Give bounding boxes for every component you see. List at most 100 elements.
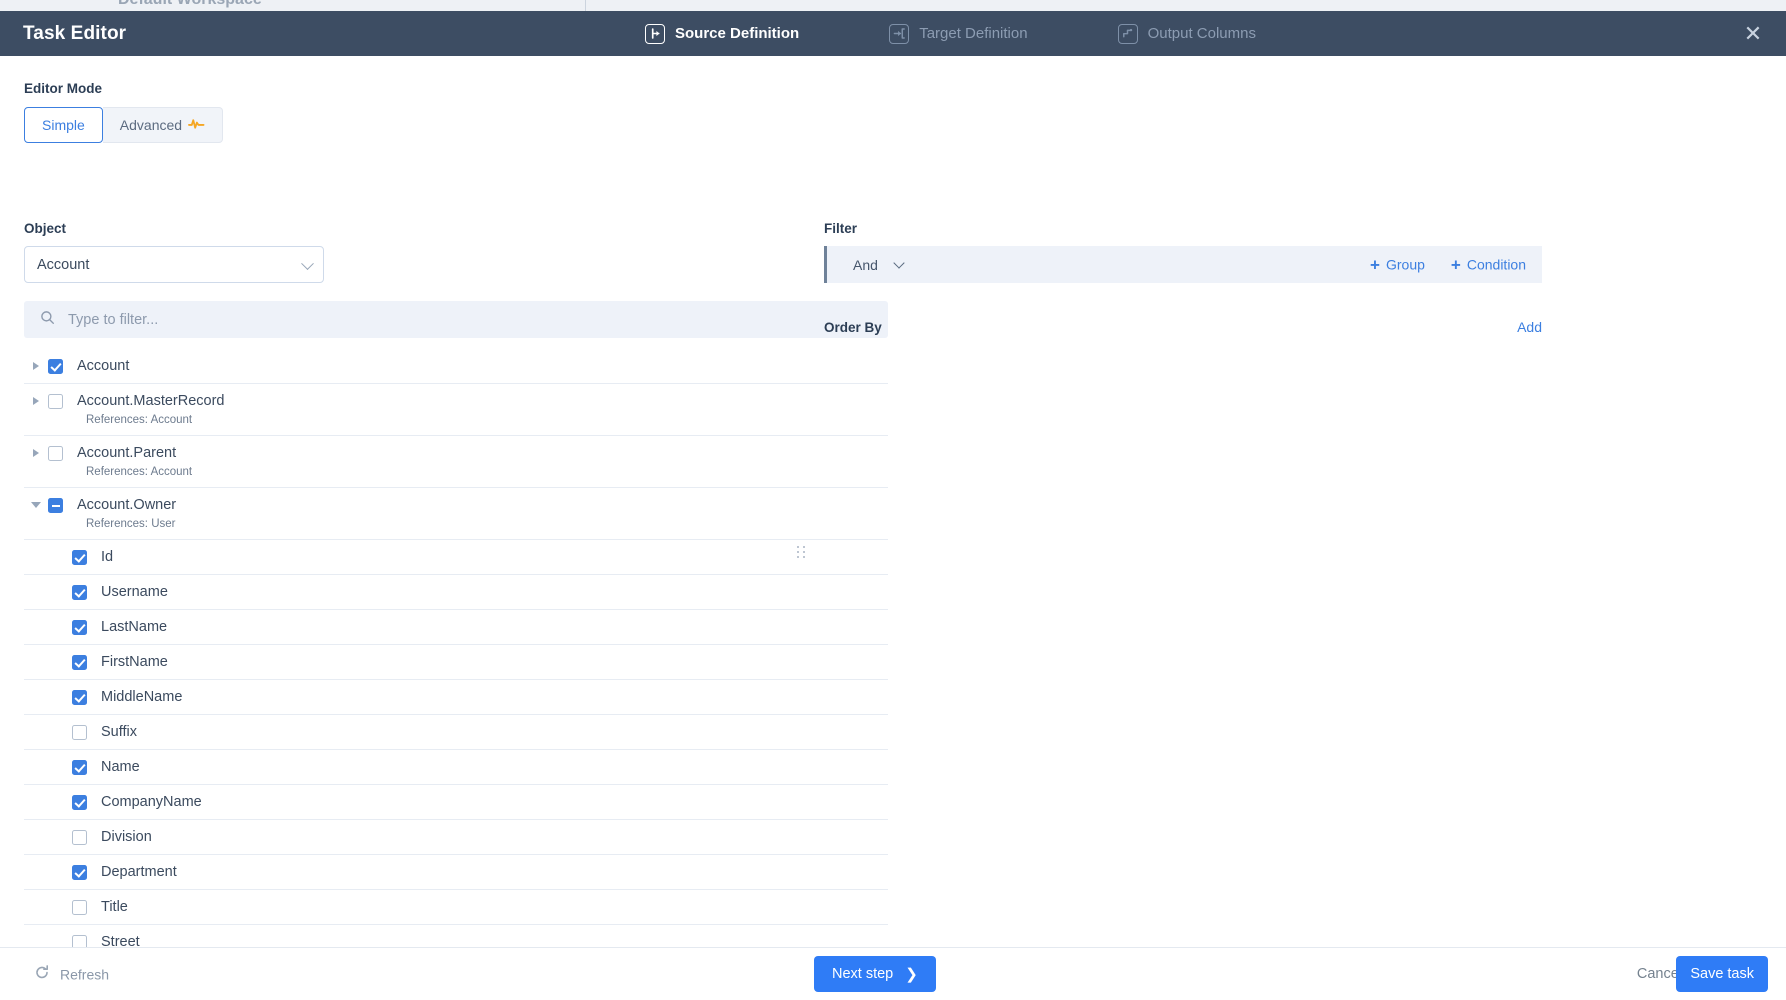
field-checkbox[interactable]: [72, 549, 87, 565]
expand-triangle-icon[interactable]: [24, 449, 48, 457]
field-checkbox[interactable]: [48, 358, 63, 374]
search-icon: [40, 310, 55, 330]
field-filter-input[interactable]: [68, 311, 872, 328]
add-condition-label: Condition: [1466, 256, 1526, 273]
editor-mode-group: Editor Mode Simple Advanced: [24, 81, 224, 143]
tree-row[interactable]: Username: [24, 575, 888, 610]
tree-row[interactable]: Name: [24, 750, 888, 785]
field-checkbox[interactable]: [48, 445, 63, 461]
field-filter-box[interactable]: [24, 301, 888, 338]
filter-operator-value: And: [853, 256, 878, 273]
tree-row[interactable]: Account.Parent References: Account: [24, 436, 888, 488]
field-checkbox[interactable]: [72, 759, 87, 775]
filter-label: Filter: [824, 221, 858, 236]
tree-row-label: Suffix: [101, 724, 138, 740]
expand-triangle-icon[interactable]: [24, 397, 48, 405]
tree-row[interactable]: FirstName: [24, 645, 888, 680]
refresh-button[interactable]: Refresh: [34, 965, 109, 984]
tree-row[interactable]: LastName: [24, 610, 888, 645]
field-checkbox[interactable]: [72, 899, 87, 915]
plus-icon: +: [1370, 255, 1380, 274]
refresh-label: Refresh: [60, 966, 110, 982]
field-checkbox[interactable]: [72, 584, 87, 600]
field-checkbox[interactable]: [72, 689, 87, 705]
refresh-icon: [34, 965, 50, 984]
field-checkbox[interactable]: [48, 497, 63, 513]
tree-row-label: Account: [77, 358, 130, 374]
close-icon[interactable]: ✕: [1742, 22, 1764, 45]
tree-row[interactable]: CompanyName: [24, 785, 888, 820]
field-checkbox[interactable]: [72, 794, 87, 810]
order-by-section: Order By Add: [824, 319, 1542, 335]
tree-row-label: Department: [101, 864, 177, 880]
task-editor-window: Default Workspace Task Editor Source Def…: [0, 0, 1786, 1000]
editor-mode-advanced-button[interactable]: Advanced: [102, 107, 224, 143]
target-definition-icon: [889, 23, 910, 44]
triangle-icon: [33, 362, 39, 370]
modal-body: Editor Mode Simple Advanced Object Accou…: [0, 56, 1786, 960]
tab-target-definition[interactable]: Target Definition: [889, 23, 1028, 44]
object-select[interactable]: Account: [24, 246, 324, 283]
editor-mode-label: Editor Mode: [24, 81, 102, 96]
strip-divider: [585, 0, 586, 11]
source-fields-panel: Object Account Account Account.MasterReco…: [24, 221, 914, 960]
field-checkbox[interactable]: [48, 393, 63, 409]
tab-output-columns-label: Output Columns: [1147, 25, 1256, 42]
tree-row[interactable]: Account.MasterRecord References: Account: [24, 384, 888, 436]
add-group-button[interactable]: + Group: [1370, 256, 1425, 273]
tree-row[interactable]: MiddleName: [24, 680, 888, 715]
query-options-panel: Filter And + Group + Condition Order By …: [824, 221, 1564, 335]
panel-resize-handle[interactable]: [797, 541, 805, 563]
filter-operator-select[interactable]: And: [853, 256, 905, 273]
next-step-button[interactable]: Next step ❯: [814, 956, 936, 992]
field-checkbox[interactable]: [72, 724, 87, 740]
background-workspace-strip: Default Workspace: [0, 0, 1786, 11]
tree-row-label: Id: [101, 549, 114, 565]
editor-mode-advanced-label: Advanced: [119, 117, 183, 133]
field-checkbox[interactable]: [72, 829, 87, 845]
field-tree: Account Account.MasterRecord References: A…: [24, 349, 888, 960]
tree-row-label: Title: [101, 899, 128, 915]
tree-row[interactable]: Suffix: [24, 715, 888, 750]
next-step-label: Next step: [832, 966, 894, 982]
tree-row-label: Account.MasterRecord: [77, 393, 225, 409]
plus-icon: +: [1450, 255, 1461, 274]
handle-dot: [797, 546, 799, 548]
field-checkbox[interactable]: [72, 654, 87, 670]
tree-row[interactable]: Department: [24, 855, 888, 890]
tree-row-label: Name: [101, 759, 140, 775]
editor-mode-simple-button[interactable]: Simple: [24, 107, 103, 143]
tab-output-columns[interactable]: Output Columns: [1117, 23, 1256, 44]
field-checkbox[interactable]: [72, 619, 87, 635]
tree-row[interactable]: Account.Owner References: User: [24, 488, 888, 540]
tree-row[interactable]: Account: [24, 349, 888, 384]
modal-header: Task Editor Source Definition Target Def…: [0, 11, 1786, 56]
handle-dot: [797, 556, 799, 558]
tree-row[interactable]: Title: [24, 890, 888, 925]
tree-row-label: LastName: [101, 619, 168, 635]
field-checkbox[interactable]: [72, 864, 87, 880]
handle-dot: [802, 551, 805, 553]
object-select-value: Account: [37, 256, 90, 273]
output-columns-icon: [1117, 23, 1138, 44]
tree-row-reference: References: Account: [86, 466, 193, 478]
handle-dot: [802, 556, 805, 558]
chevron-down-icon: [893, 256, 905, 269]
filter-root-group: And + Group + Condition: [824, 246, 1542, 283]
source-definition-icon: [645, 23, 665, 44]
modal-footer: Refresh Next step ❯ Cancel Save task: [0, 947, 1786, 1000]
expand-triangle-icon[interactable]: [24, 362, 48, 370]
collapse-triangle-icon[interactable]: [24, 502, 48, 508]
tree-row[interactable]: Id: [24, 540, 888, 575]
save-task-button[interactable]: Save task: [1676, 956, 1768, 992]
add-condition-button[interactable]: + Condition: [1451, 256, 1526, 273]
cancel-button[interactable]: Cancel: [1637, 966, 1682, 982]
triangle-icon: [31, 502, 41, 508]
step-nav: Source Definition Target Definition Outp…: [645, 11, 1256, 56]
tree-row-label: Account.Parent: [77, 445, 177, 461]
tree-row[interactable]: Division: [24, 820, 888, 855]
order-by-add-button[interactable]: Add: [1517, 319, 1542, 335]
tree-row-label: FirstName: [101, 654, 168, 670]
tab-source-definition[interactable]: Source Definition: [645, 23, 799, 44]
chevron-right-icon: ❯: [905, 966, 918, 983]
